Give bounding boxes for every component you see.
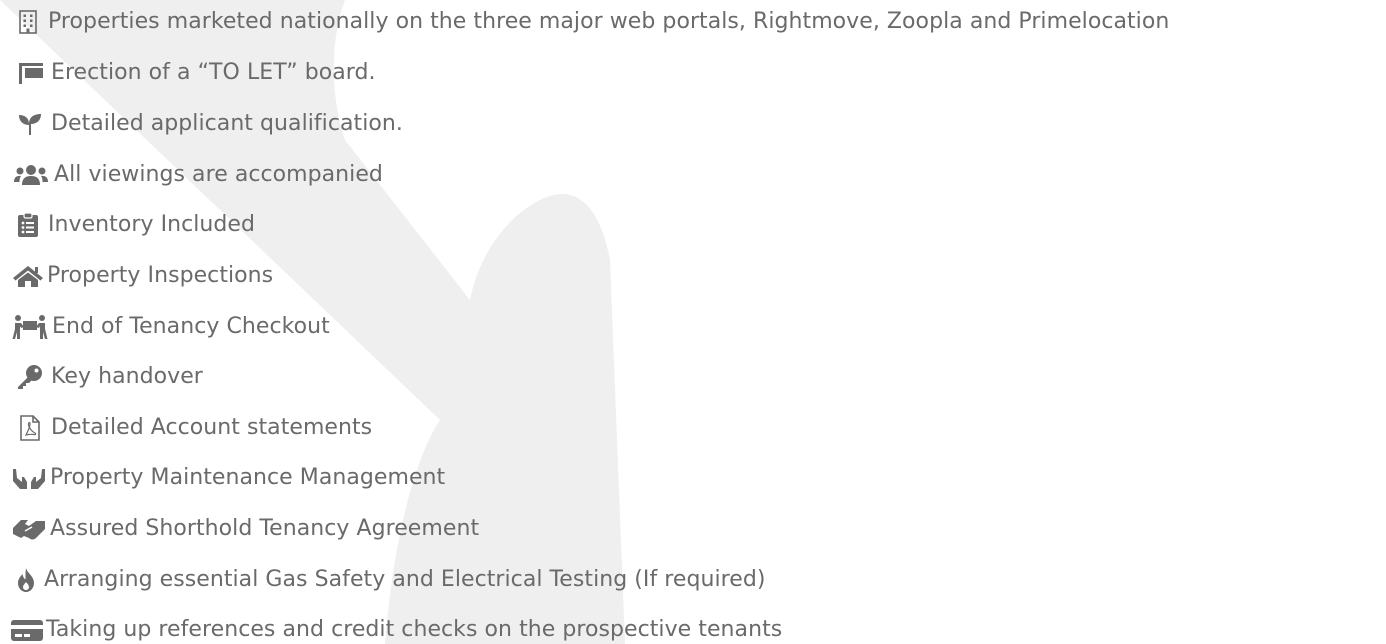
feature-item-safety-testing: Arranging essential Gas Safety and Elect… [8, 562, 766, 598]
credit-card-icon [8, 615, 46, 644]
feature-label: Arranging essential Gas Safety and Elect… [44, 567, 766, 592]
file-pdf-icon [8, 413, 51, 443]
feature-label: Detailed applicant qualification. [51, 111, 403, 136]
feature-item-key-handover: Key handover [8, 359, 203, 395]
feature-item-references: Taking up references and credit checks o… [8, 612, 782, 644]
feature-label: All viewings are accompanied [54, 162, 383, 187]
feature-item-tenancy-agreement: Assured Shorthold Tenancy Agreement [8, 511, 479, 547]
feature-label: Property Inspections [47, 263, 274, 288]
feature-item-viewings: All viewings are accompanied [8, 157, 383, 193]
feature-item-account-statements: Detailed Account statements [8, 410, 372, 446]
seedling-icon [8, 109, 51, 139]
feature-label: Taking up references and credit checks o… [46, 617, 783, 642]
feature-item-applicant-qualification: Detailed applicant qualification. [8, 106, 403, 142]
building-icon [8, 7, 48, 37]
feature-label: Inventory Included [48, 212, 256, 237]
clipboard-list-icon [8, 210, 48, 240]
feature-label: End of Tenancy Checkout [52, 314, 330, 339]
feature-item-to-let-board: Erection of a “TO LET” board. [8, 55, 376, 91]
feature-label: Erection of a “TO LET” board. [51, 60, 376, 85]
feature-item-inspections: Property Inspections [8, 258, 273, 294]
feature-label: Property Maintenance Management [50, 465, 446, 490]
people-carry-icon [8, 312, 52, 342]
feature-label: Detailed Account statements [51, 415, 373, 440]
page: Properties marketed nationally on the th… [0, 0, 1386, 644]
hands-icon [8, 463, 50, 493]
feature-item-checkout: End of Tenancy Checkout [8, 309, 330, 345]
feature-label: Properties marketed nationally on the th… [48, 9, 1170, 34]
fire-icon [8, 565, 44, 595]
feature-label: Assured Shorthold Tenancy Agreement [50, 516, 480, 541]
handshake-icon [8, 514, 50, 544]
key-icon [8, 362, 51, 392]
feature-item-portals: Properties marketed nationally on the th… [8, 4, 1169, 40]
feature-item-inventory: Inventory Included [8, 207, 255, 243]
home-icon [8, 261, 47, 291]
users-icon [8, 160, 54, 190]
feature-label: Key handover [51, 364, 203, 389]
flag-icon [8, 58, 51, 88]
feature-item-maintenance: Property Maintenance Management [8, 460, 445, 496]
